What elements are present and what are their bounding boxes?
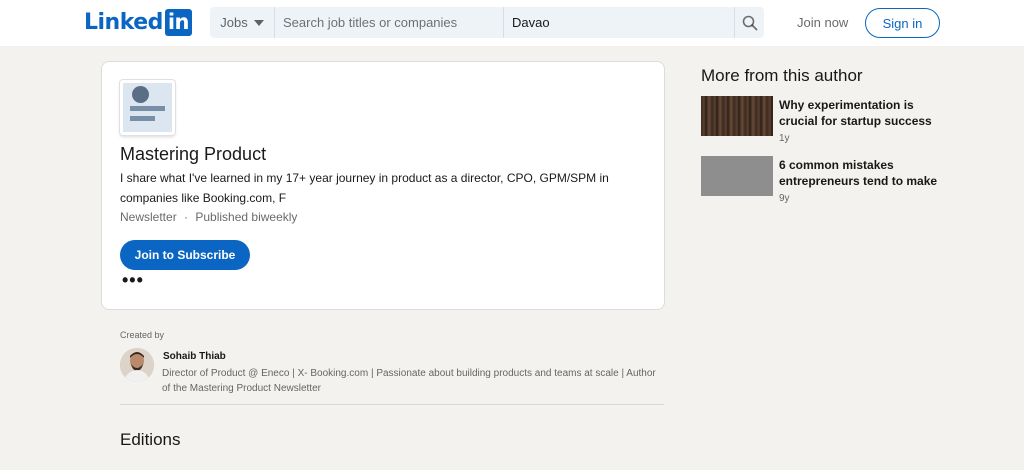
caret-down-icon (253, 19, 264, 26)
logo-in-badge: in (164, 8, 192, 36)
search-type-dropdown[interactable]: Jobs (210, 7, 275, 38)
search-type-label: Jobs (220, 15, 248, 30)
location-input[interactable] (504, 7, 734, 38)
logo-wordmark: Linked (84, 9, 163, 35)
section-divider (120, 404, 664, 405)
newsletter-title: Mastering Product (120, 144, 267, 164)
article-title[interactable]: 6 common mistakes entrepreneurs tend to … (779, 157, 949, 189)
top-nav: Linkedin Jobs Join now Sign in (0, 0, 1024, 46)
search-icon (742, 15, 757, 30)
job-title-input[interactable] (275, 7, 504, 38)
newsletter-description: I share what I've learned in my 17+ year… (120, 171, 609, 205)
created-by-label: Created by (120, 330, 165, 340)
subscribe-button[interactable]: Join to Subscribe (120, 240, 250, 270)
newsletter-type: Newsletter (120, 210, 177, 224)
newsletter-logo (120, 80, 175, 135)
author-name[interactable]: Sohaib Thiab (163, 351, 226, 362)
sign-in-button[interactable]: Sign in (865, 8, 940, 38)
meta-separator: · (184, 210, 189, 224)
author-photo (120, 348, 154, 382)
newsletter-meta: Newsletter · Published biweekly (120, 210, 297, 224)
search-button[interactable] (734, 7, 764, 38)
author-headline: Director of Product @ Eneco | X- Booking… (162, 368, 656, 394)
article-title[interactable]: Why experimentation is crucial for start… (779, 97, 949, 129)
newsletter-card: Mastering Product I share what I've lear… (101, 61, 665, 310)
newsletter-placeholder-icon (123, 83, 172, 132)
job-search-bar: Jobs (210, 7, 764, 38)
more-options-icon[interactable]: ••• (122, 271, 144, 289)
avatar[interactable] (120, 348, 154, 382)
article-thumbnail (701, 156, 773, 196)
article-thumbnail (701, 96, 773, 136)
article-age: 9y (779, 193, 790, 204)
article-age: 1y (779, 133, 790, 144)
linkedin-logo[interactable]: Linked in (84, 8, 192, 36)
more-from-author-heading: More from this author (701, 66, 863, 85)
join-now-link[interactable]: Join now (797, 15, 848, 30)
newsletter-frequency: Published biweekly (195, 210, 298, 224)
editions-heading: Editions (120, 430, 181, 449)
